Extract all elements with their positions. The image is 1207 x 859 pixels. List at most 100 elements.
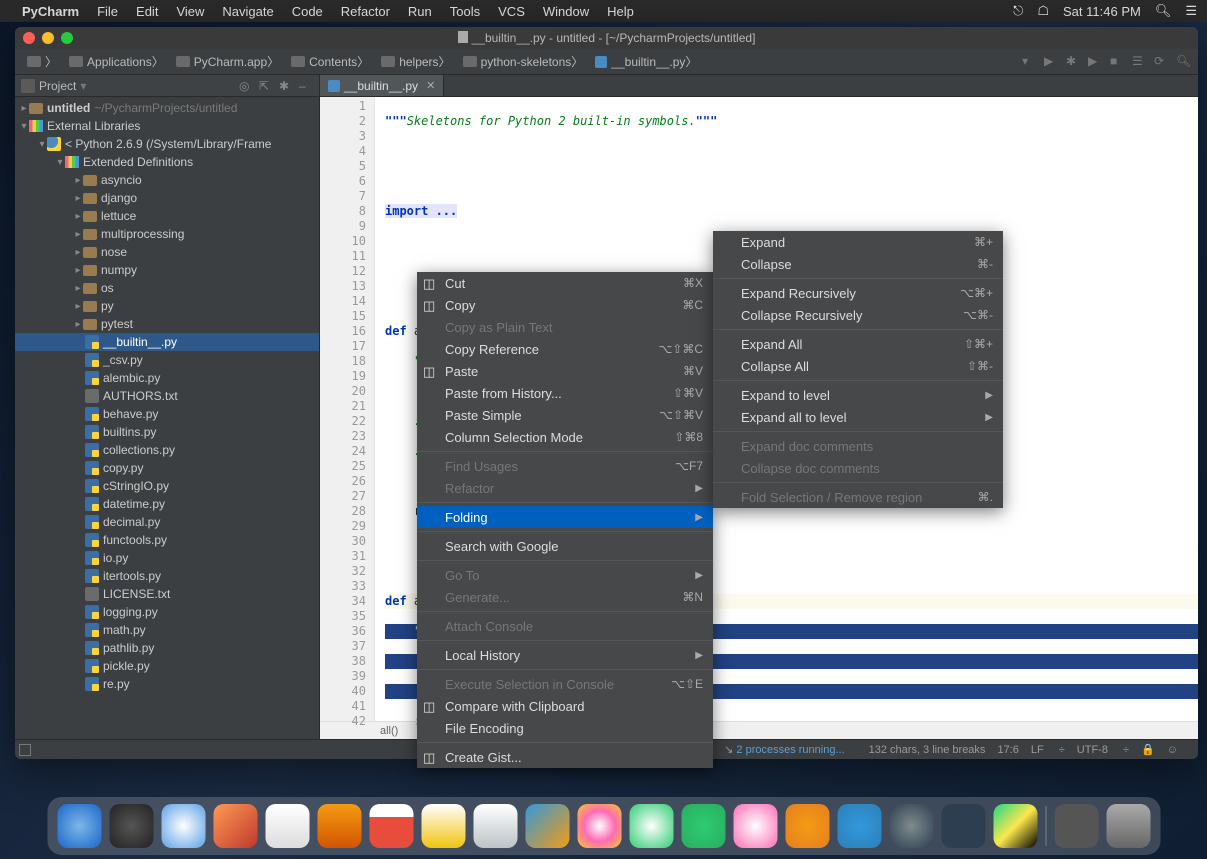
dock-terminal[interactable]	[941, 804, 985, 848]
crumb-root[interactable]: 〉	[21, 53, 63, 70]
menu-item[interactable]: ◫Cut⌘X	[417, 272, 713, 294]
crumb-item[interactable]: __builtin__.py〉	[589, 53, 703, 70]
menu-item[interactable]: Expand all to level▶	[713, 406, 1003, 428]
menu-item[interactable]: Generate...⌘N	[417, 586, 713, 608]
menu-item[interactable]: Paste from History...⇧⌘V	[417, 382, 713, 404]
dock-ibooks[interactable]	[785, 804, 829, 848]
run-icon[interactable]: ▶	[1044, 54, 1060, 70]
tree-file[interactable]: alembic.py	[15, 369, 319, 387]
crumb-item[interactable]: python-skeletons〉	[457, 53, 590, 70]
traffic-close[interactable]	[23, 32, 35, 44]
crumb-item[interactable]: Applications〉	[63, 53, 170, 70]
tree-folder[interactable]: ▸multiprocessing	[15, 225, 319, 243]
dock-contacts[interactable]	[317, 804, 361, 848]
tree-file[interactable]: datetime.py	[15, 495, 319, 513]
menu-item[interactable]: Attach Console	[417, 615, 713, 637]
menu-item[interactable]: ◫Create Gist...	[417, 746, 713, 768]
menu-tools[interactable]: Tools	[450, 4, 480, 19]
run-config-dropdown[interactable]: ▾	[1022, 54, 1038, 70]
menu-file[interactable]: File	[97, 4, 118, 19]
dock-appstore[interactable]	[837, 804, 881, 848]
menu-run[interactable]: Run	[408, 4, 432, 19]
tree-file[interactable]: functools.py	[15, 531, 319, 549]
menu-item[interactable]: Collapse doc comments	[713, 457, 1003, 479]
tree-python-sdk[interactable]: ▾ < Python 2.6.9 (/System/Library/Frame	[15, 135, 319, 153]
dock-calendar[interactable]	[369, 804, 413, 848]
menu-item[interactable]: Fold Selection / Remove region⌘.	[713, 486, 1003, 508]
crumb-item[interactable]: helpers〉	[375, 53, 456, 70]
menu-item[interactable]: ◫Copy⌘C	[417, 294, 713, 316]
stop-icon[interactable]: ■	[1110, 54, 1126, 70]
menu-window[interactable]: Window	[543, 4, 589, 19]
menu-item[interactable]: Collapse All⇧⌘-	[713, 355, 1003, 377]
dock-reminders[interactable]	[473, 804, 517, 848]
tree-file[interactable]: pickle.py	[15, 657, 319, 675]
menu-extras-icon[interactable]: ☰	[1185, 3, 1197, 19]
menu-item[interactable]: Expand⌘+	[713, 231, 1003, 253]
menu-view[interactable]: View	[176, 4, 204, 19]
clock[interactable]: Sat 11:46 PM	[1063, 4, 1141, 19]
menu-item[interactable]: Execute Selection in Console⌥⇧E	[417, 673, 713, 695]
dock-trash[interactable]	[1106, 804, 1150, 848]
dock-safari[interactable]	[161, 804, 205, 848]
dock-photos[interactable]	[577, 804, 621, 848]
traffic-minimize[interactable]	[42, 32, 54, 44]
crumb-item[interactable]: Contents〉	[285, 53, 375, 70]
menu-item[interactable]: Copy as Plain Text	[417, 316, 713, 338]
tree-file[interactable]: math.py	[15, 621, 319, 639]
tree-folder[interactable]: ▸py	[15, 297, 319, 315]
menu-item[interactable]: File Encoding	[417, 717, 713, 739]
tree-file[interactable]: logging.py	[15, 603, 319, 621]
menu-item[interactable]: Expand All⇧⌘+	[713, 333, 1003, 355]
dock-app[interactable]	[213, 804, 257, 848]
spotlight-icon[interactable]: 🔍︎	[1155, 3, 1172, 19]
tree-file[interactable]: collections.py	[15, 441, 319, 459]
tree-file[interactable]: LICENSE.txt	[15, 585, 319, 603]
menu-item[interactable]: Go To▶	[417, 564, 713, 586]
menu-item[interactable]: Copy Reference⌥⇧⌘C	[417, 338, 713, 360]
tree-project-root[interactable]: ▸ untitled~/PycharmProjects/untitled	[15, 99, 319, 117]
menu-item[interactable]: Refactor▶	[417, 477, 713, 499]
menu-item[interactable]: Column Selection Mode⇧⌘8	[417, 426, 713, 448]
dock-pycharm[interactable]	[993, 804, 1037, 848]
menu-help[interactable]: Help	[607, 4, 634, 19]
tree-folder[interactable]: ▸lettuce	[15, 207, 319, 225]
sync-icon[interactable]: ⟳	[1154, 54, 1170, 70]
tree-folder[interactable]: ▸os	[15, 279, 319, 297]
close-tab-icon[interactable]: ✕	[426, 79, 435, 92]
dock-maps[interactable]	[525, 804, 569, 848]
menu-item[interactable]: Local History▶	[417, 644, 713, 666]
tree-folder[interactable]: ▸asyncio	[15, 171, 319, 189]
tree-folder[interactable]: ▸numpy	[15, 261, 319, 279]
editor-tab[interactable]: __builtin__.py ✕	[320, 75, 444, 96]
tree-file[interactable]: _csv.py	[15, 351, 319, 369]
status-left[interactable]	[15, 739, 35, 759]
status-icon[interactable]: ⎋	[1013, 3, 1023, 19]
tree-external-libs[interactable]: ▾ External Libraries	[15, 117, 319, 135]
search-everywhere-icon[interactable]: 🔍︎	[1176, 54, 1192, 70]
dock-itunes[interactable]	[733, 804, 777, 848]
dock-notes[interactable]	[421, 804, 465, 848]
dock-settings[interactable]	[889, 804, 933, 848]
menu-refactor[interactable]: Refactor	[341, 4, 390, 19]
tree-file[interactable]: AUTHORS.txt	[15, 387, 319, 405]
menu-item[interactable]: Find Usages⌥F7	[417, 455, 713, 477]
menu-item[interactable]: Folding▶	[417, 506, 713, 528]
menu-item[interactable]: Expand Recursively⌥⌘+	[713, 282, 1003, 304]
menu-item[interactable]: Paste Simple⌥⇧⌘V	[417, 404, 713, 426]
tree-file[interactable]: copy.py	[15, 459, 319, 477]
tree-file[interactable]: re.py	[15, 675, 319, 693]
hide-icon[interactable]: ‒	[299, 79, 313, 93]
menu-navigate[interactable]: Navigate	[222, 4, 273, 19]
tree-folder[interactable]: ▸nose	[15, 243, 319, 261]
tree-extended-defs[interactable]: ▾ Extended Definitions	[15, 153, 319, 171]
dock-finder[interactable]	[57, 804, 101, 848]
coverage-icon[interactable]: ▶	[1088, 54, 1104, 70]
tree-file[interactable]: cStringIO.py	[15, 477, 319, 495]
tree-file[interactable]: behave.py	[15, 405, 319, 423]
menu-item[interactable]: Search with Google	[417, 535, 713, 557]
scroll-from-source-icon[interactable]: ◎	[239, 79, 253, 93]
menu-vcs[interactable]: VCS	[498, 4, 525, 19]
debug-icon[interactable]: ✱	[1066, 54, 1082, 70]
tree-file[interactable]: io.py	[15, 549, 319, 567]
